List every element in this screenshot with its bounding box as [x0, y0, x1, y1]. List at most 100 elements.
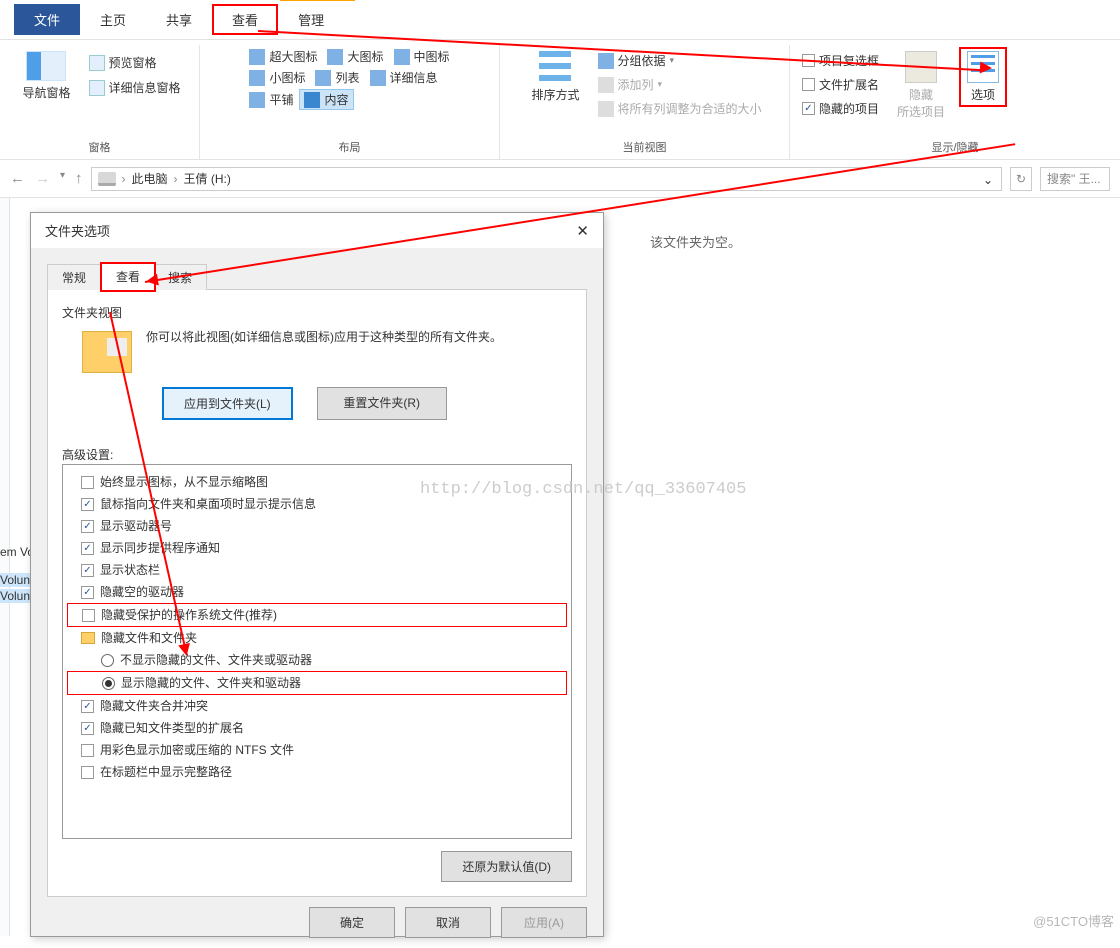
advanced-setting-item[interactable]: 隐藏文件和文件夹 [67, 627, 567, 649]
advanced-setting-label: 显示隐藏的文件、文件夹和驱动器 [121, 673, 301, 693]
nav-history-button[interactable]: ▾ [60, 170, 65, 187]
tab-share[interactable]: 共享 [146, 4, 212, 35]
advanced-settings-list[interactable]: 始终显示图标，从不显示缩略图鼠标指向文件夹和桌面项时显示提示信息显示驱动器号显示… [62, 464, 572, 839]
s-icons-icon [249, 70, 265, 86]
search-input[interactable]: 搜索" 王... [1040, 167, 1110, 191]
close-button[interactable]: ✕ [576, 222, 589, 240]
breadcrumb[interactable]: › 此电脑 › 王倩 (H:) ⌄ [91, 167, 1002, 191]
checkbox-icon [81, 586, 94, 599]
breadcrumb-drive[interactable]: 王倩 (H:) [184, 170, 231, 187]
nav-back-button[interactable]: ← [10, 170, 25, 187]
add-columns-button[interactable]: 添加列 ▾ [594, 75, 766, 94]
view-content[interactable]: 内容 [299, 89, 353, 110]
advanced-setting-item[interactable]: 鼠标指向文件夹和桌面项时显示提示信息 [67, 493, 567, 515]
advanced-setting-item[interactable]: 用彩色显示加密或压缩的 NTFS 文件 [67, 739, 567, 761]
folder-view-description: 你可以将此视图(如详细信息或图标)应用于这种类型的所有文件夹。 [146, 327, 502, 347]
advanced-setting-label: 隐藏已知文件类型的扩展名 [100, 718, 244, 738]
checkbox-icon [81, 476, 94, 489]
checkbox-icon [81, 744, 94, 757]
folder-view-icon [82, 331, 132, 373]
add-columns-icon [598, 77, 614, 93]
restore-defaults-button[interactable]: 还原为默认值(D) [441, 851, 572, 882]
nav-sidebar[interactable] [0, 198, 10, 936]
file-extensions-toggle[interactable]: 文件扩展名 [798, 75, 883, 94]
view-details[interactable]: 详细信息 [366, 68, 442, 87]
folder-view-groupbox-label: 文件夹视图 [62, 304, 572, 327]
dialog-title-bar: 文件夹选项 ✕ [31, 213, 603, 248]
ribbon-tab-bar: 驱动器工具 文件 主页 共享 查看 管理 [0, 0, 1120, 40]
address-bar: ← → ▾ ↑ › 此电脑 › 王倩 (H:) ⌄ ↻ 搜索" 王... [0, 160, 1120, 198]
nav-pane-button[interactable]: 导航窗格 [14, 47, 78, 105]
details-pane-icon [89, 80, 105, 96]
advanced-setting-label: 显示状态栏 [100, 560, 160, 580]
checkbox-icon [81, 498, 94, 511]
breadcrumb-this-pc[interactable]: 此电脑 [132, 170, 168, 187]
folder-icon [81, 632, 95, 644]
tab-home[interactable]: 主页 [80, 4, 146, 35]
contextual-tab-label: 驱动器工具 [280, 0, 355, 1]
preview-pane-button[interactable]: 预览窗格 [85, 53, 185, 72]
advanced-setting-item[interactable]: 隐藏文件夹合并冲突 [67, 695, 567, 717]
hide-selected-button[interactable]: 隐藏 所选项目 [889, 47, 953, 124]
radio-icon [101, 654, 114, 667]
refresh-button[interactable]: ↻ [1010, 167, 1032, 191]
advanced-setting-item[interactable]: 隐藏已知文件类型的扩展名 [67, 717, 567, 739]
size-columns-icon [598, 101, 614, 117]
ribbon-group-label-view: 当前视图 [623, 137, 667, 159]
chevron-down-icon[interactable]: ⌄ [983, 173, 995, 185]
advanced-setting-item[interactable]: 隐藏受保护的操作系统文件(推荐) [67, 603, 567, 627]
view-list[interactable]: 列表 [311, 68, 363, 87]
advanced-setting-item[interactable]: 显示驱动器号 [67, 515, 567, 537]
advanced-setting-label: 在标题栏中显示完整路径 [100, 762, 232, 782]
checkbox-icon [81, 722, 94, 735]
cancel-button[interactable]: 取消 [405, 907, 491, 938]
advanced-setting-item[interactable]: 显示隐藏的文件、文件夹和驱动器 [67, 671, 567, 695]
checkbox-icon [81, 564, 94, 577]
sort-icon [539, 51, 571, 83]
advanced-setting-item[interactable]: 始终显示图标，从不显示缩略图 [67, 471, 567, 493]
advanced-setting-item[interactable]: 隐藏空的驱动器 [67, 581, 567, 603]
checkbox-icon [81, 520, 94, 533]
ok-button[interactable]: 确定 [309, 907, 395, 938]
reset-folders-button[interactable]: 重置文件夹(R) [317, 387, 447, 420]
view-large-icons[interactable]: 大图标 [323, 47, 387, 66]
tab-manage[interactable]: 管理 [278, 4, 344, 35]
hidden-items-toggle[interactable]: 隐藏的项目 [798, 99, 883, 118]
advanced-setting-item[interactable]: 显示状态栏 [67, 559, 567, 581]
list-icon [315, 70, 331, 86]
dialog-tab-general[interactable]: 常规 [47, 264, 101, 290]
nav-up-button[interactable]: ↑ [75, 170, 83, 187]
sort-by-button[interactable]: 排序方式 [523, 47, 587, 107]
tab-file[interactable]: 文件 [14, 4, 80, 35]
view-medium-icons[interactable]: 中图标 [390, 47, 454, 66]
ribbon: 导航窗格 预览窗格 详细信息窗格 窗格 超大图标 大图标 中图标 小图标 列表 … [0, 40, 1120, 160]
advanced-setting-item[interactable]: 显示同步提供程序通知 [67, 537, 567, 559]
view-small-icons[interactable]: 小图标 [245, 68, 309, 87]
nav-forward-button[interactable]: → [35, 170, 50, 187]
checkbox-checked-icon [802, 102, 815, 115]
nav-pane-label: 导航窗格 [22, 84, 70, 101]
checkbox-icon [81, 542, 94, 555]
advanced-setting-item[interactable]: 在标题栏中显示完整路径 [67, 761, 567, 783]
folder-options-dialog: 文件夹选项 ✕ 常规 查看 搜索 文件夹视图 你可以将此视图(如详细信息或图标)… [30, 212, 604, 937]
credit-label: @51CTO博客 [1033, 911, 1114, 930]
checkbox-icon [81, 700, 94, 713]
advanced-setting-label: 用彩色显示加密或压缩的 NTFS 文件 [100, 740, 294, 760]
advanced-setting-item[interactable]: 不显示隐藏的文件、文件夹或驱动器 [67, 649, 567, 671]
xl-icons-icon [249, 49, 265, 65]
checkbox-icon [82, 609, 95, 622]
ribbon-group-label-pane: 窗格 [89, 137, 111, 159]
apply-button[interactable]: 应用(A) [501, 907, 587, 938]
advanced-setting-label: 始终显示图标，从不显示缩略图 [100, 472, 268, 492]
content-icon [304, 92, 320, 108]
view-tiles[interactable]: 平铺 [245, 89, 297, 110]
checkbox-icon [81, 766, 94, 779]
size-columns-button[interactable]: 将所有列调整为合适的大小 [594, 99, 766, 118]
details-icon [370, 70, 386, 86]
options-button[interactable]: 选项 [959, 47, 1007, 107]
apply-to-folders-button[interactable]: 应用到文件夹(L) [162, 387, 293, 420]
details-pane-button[interactable]: 详细信息窗格 [85, 78, 185, 97]
view-extra-large-icons[interactable]: 超大图标 [245, 47, 321, 66]
advanced-setting-label: 鼠标指向文件夹和桌面项时显示提示信息 [100, 494, 316, 514]
ribbon-group-label-layout: 布局 [339, 137, 361, 159]
